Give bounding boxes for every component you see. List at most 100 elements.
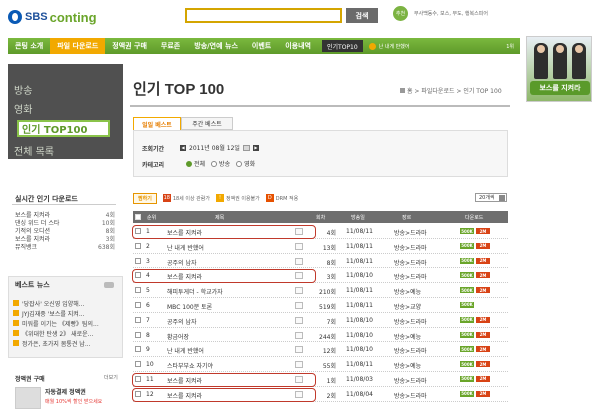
- row-checkbox[interactable]: [135, 331, 141, 338]
- list-item[interactable]: 뮤직뱅크 638회: [15, 242, 115, 251]
- sidebar-item-movie[interactable]: 영화: [14, 101, 32, 116]
- preview-icon[interactable]: [295, 375, 303, 383]
- nav-notice[interactable]: 난 내게 반했어: [368, 42, 409, 50]
- download-2m-button[interactable]: 2M: [476, 257, 490, 264]
- breadcrumb-text[interactable]: 홈 > 파일다운로드 > 인기 TOP 100: [407, 88, 502, 95]
- row-checkbox[interactable]: [135, 361, 141, 368]
- download-500k-button[interactable]: 500K: [460, 375, 474, 382]
- download-2m-button[interactable]: 2M: [476, 390, 490, 397]
- row-checkbox[interactable]: [135, 242, 141, 249]
- tab-weekly-best[interactable]: 주간 베스트: [181, 117, 233, 130]
- sidebar-item-top100[interactable]: 인기 TOP100: [17, 120, 110, 137]
- download-500k-button[interactable]: 500K: [460, 316, 474, 323]
- download-500k-button[interactable]: 500K: [460, 301, 474, 308]
- download-2m-button[interactable]: 2M: [476, 272, 490, 279]
- download-500k-button[interactable]: 500K: [460, 346, 474, 353]
- row-title[interactable]: 보스를 지켜라: [167, 272, 307, 281]
- radio-broadcast[interactable]: [211, 160, 218, 167]
- preview-icon[interactable]: [295, 316, 303, 324]
- row-checkbox[interactable]: [135, 272, 141, 279]
- table-row[interactable]: 4 보스를 지켜라 3회 11/08/10 방송>드라마 500K 2M: [132, 268, 508, 284]
- download-2m-button[interactable]: 2M: [476, 316, 490, 323]
- download-500k-button[interactable]: 500K: [460, 390, 474, 397]
- download-2m-button[interactable]: 2M: [476, 228, 490, 234]
- row-title[interactable]: 난 내게 반했어: [167, 243, 307, 252]
- list-item[interactable]: 보스를 지켜라 4회: [15, 210, 115, 219]
- best-news-more-button[interactable]: [104, 282, 114, 288]
- next-date-button[interactable]: ▶: [252, 144, 259, 151]
- preview-icon[interactable]: [295, 287, 303, 295]
- sidebar-item-broadcast[interactable]: 방송: [14, 82, 32, 97]
- row-checkbox[interactable]: [135, 257, 141, 264]
- row-title[interactable]: 해피투게더 - 학교가자: [167, 287, 307, 296]
- table-row[interactable]: 6 MBC 100분 토론 519회 11/08/11 방송>교양 500K: [133, 298, 508, 313]
- row-title[interactable]: 보스를 지켜라: [167, 391, 307, 400]
- preview-icon[interactable]: [295, 242, 303, 250]
- download-500k-button[interactable]: 500K: [460, 257, 474, 264]
- row-checkbox[interactable]: [135, 301, 141, 308]
- select-all-checkbox[interactable]: [135, 214, 141, 220]
- download-500k-button[interactable]: 500K: [460, 272, 474, 279]
- download-500k-button[interactable]: 500K: [460, 287, 474, 294]
- download-2m-button[interactable]: 2M: [476, 331, 490, 338]
- row-title[interactable]: 황금어장: [167, 332, 307, 341]
- row-title[interactable]: 보스를 지켜라: [167, 228, 307, 237]
- nav-item-about[interactable]: 콘팅 소개: [8, 38, 50, 54]
- row-checkbox[interactable]: [135, 228, 141, 234]
- row-checkbox[interactable]: [135, 316, 141, 323]
- download-500k-button[interactable]: 500K: [460, 331, 474, 338]
- table-row[interactable]: 10 스타부부쇼 자기야 55회 11/08/11 방송>예능 500K 2M: [133, 357, 508, 372]
- table-row[interactable]: 12 보스를 지켜라 2회 11/08/04 방송>드라마 500K 2M: [132, 387, 508, 402]
- tab-daily-best[interactable]: 일일 베스트: [133, 117, 181, 130]
- preview-icon[interactable]: [295, 331, 303, 339]
- search-input[interactable]: [185, 8, 342, 23]
- table-row[interactable]: 7 공주의 남자 7회 11/08/10 방송>드라마 500K 2M: [133, 313, 508, 328]
- news-item[interactable]: 《위대한 탄생 2》 새로운...: [13, 328, 118, 338]
- preview-icon[interactable]: [295, 361, 303, 369]
- list-item[interactable]: 댄싱 위드 더 스타 10회: [15, 218, 115, 227]
- nav-item-news[interactable]: 방송/연예 뉴스: [187, 38, 245, 54]
- download-500k-button[interactable]: 500K: [460, 228, 474, 234]
- row-checkbox[interactable]: [135, 375, 141, 382]
- download-500k-button[interactable]: 500K: [460, 242, 474, 249]
- list-item[interactable]: 보스를 지켜라 3회: [15, 234, 115, 243]
- wishlist-button[interactable]: 찜하기: [133, 192, 157, 204]
- nav-item-free-zone[interactable]: 무료존: [154, 38, 187, 54]
- list-item[interactable]: 기적의 오디션 8회: [15, 226, 115, 235]
- row-title[interactable]: 공주의 남자: [167, 258, 307, 267]
- table-row[interactable]: 11 보스를 지켜라 1회 11/08/03 방송>드라마 500K 2M: [132, 372, 508, 387]
- table-row[interactable]: 3 공주의 남자 8회 11/08/11 방송>드라마 500K 2M: [133, 254, 508, 269]
- sidebar-item-all[interactable]: 전체 목록: [14, 143, 54, 158]
- row-checkbox[interactable]: [135, 390, 141, 397]
- site-logo[interactable]: SBS conting: [8, 6, 108, 28]
- promo-banner[interactable]: 보스를 지켜라: [526, 36, 592, 102]
- nav-top10-badge[interactable]: 인기TOP10: [321, 40, 363, 52]
- row-title[interactable]: 난 내게 반했어: [167, 346, 307, 355]
- table-row[interactable]: 1 보스를 지켜라 4회 11/08/11 방송>드라마 500K 2M: [132, 224, 508, 239]
- row-title[interactable]: 공주의 남자: [167, 317, 307, 326]
- download-500k-button[interactable]: 500K: [460, 361, 474, 368]
- coupon-promo[interactable]: 자동결제 정액권 매월 10%씩 할인 받으세요: [15, 387, 115, 413]
- radio-movie[interactable]: [236, 160, 243, 167]
- nav-item-file-download[interactable]: 파일 다운로드: [50, 38, 106, 54]
- news-item[interactable]: '당잡사' 오신영 입양해...: [13, 298, 118, 308]
- table-row[interactable]: 8 황금어장 244회 11/08/10 방송>예능 500K 2M: [133, 328, 508, 343]
- row-checkbox[interactable]: [135, 287, 141, 294]
- row-title[interactable]: 스타부부쇼 자기야: [167, 361, 307, 370]
- preview-icon[interactable]: [295, 228, 303, 235]
- preview-icon[interactable]: [295, 257, 303, 265]
- preview-icon[interactable]: [295, 390, 303, 398]
- table-row[interactable]: 2 난 내게 반했어 13회 11/08/11 방송>드라마 500K 2M: [133, 239, 508, 254]
- prev-date-button[interactable]: ◀: [180, 144, 186, 151]
- preview-icon[interactable]: [295, 301, 303, 309]
- nav-item-event[interactable]: 이벤트: [245, 38, 278, 54]
- download-2m-button[interactable]: 2M: [476, 361, 490, 368]
- news-item[interactable]: 정가은, 초가지 몸통견 남...: [13, 338, 118, 348]
- table-row[interactable]: 5 해피투게더 - 학교가자 210회 11/08/11 방송>예능 500K 2M: [133, 283, 508, 298]
- news-item[interactable]: JYJ김재중 '보스를 지켜...: [13, 308, 118, 318]
- table-row[interactable]: 9 난 내게 반했어 12회 11/08/10 방송>드라마 500K 2M: [133, 342, 508, 358]
- coupon-more-link[interactable]: 더보기: [104, 374, 118, 381]
- radio-all[interactable]: [186, 160, 192, 167]
- home-icon[interactable]: [400, 88, 405, 93]
- row-title[interactable]: 보스를 지켜라: [167, 376, 307, 385]
